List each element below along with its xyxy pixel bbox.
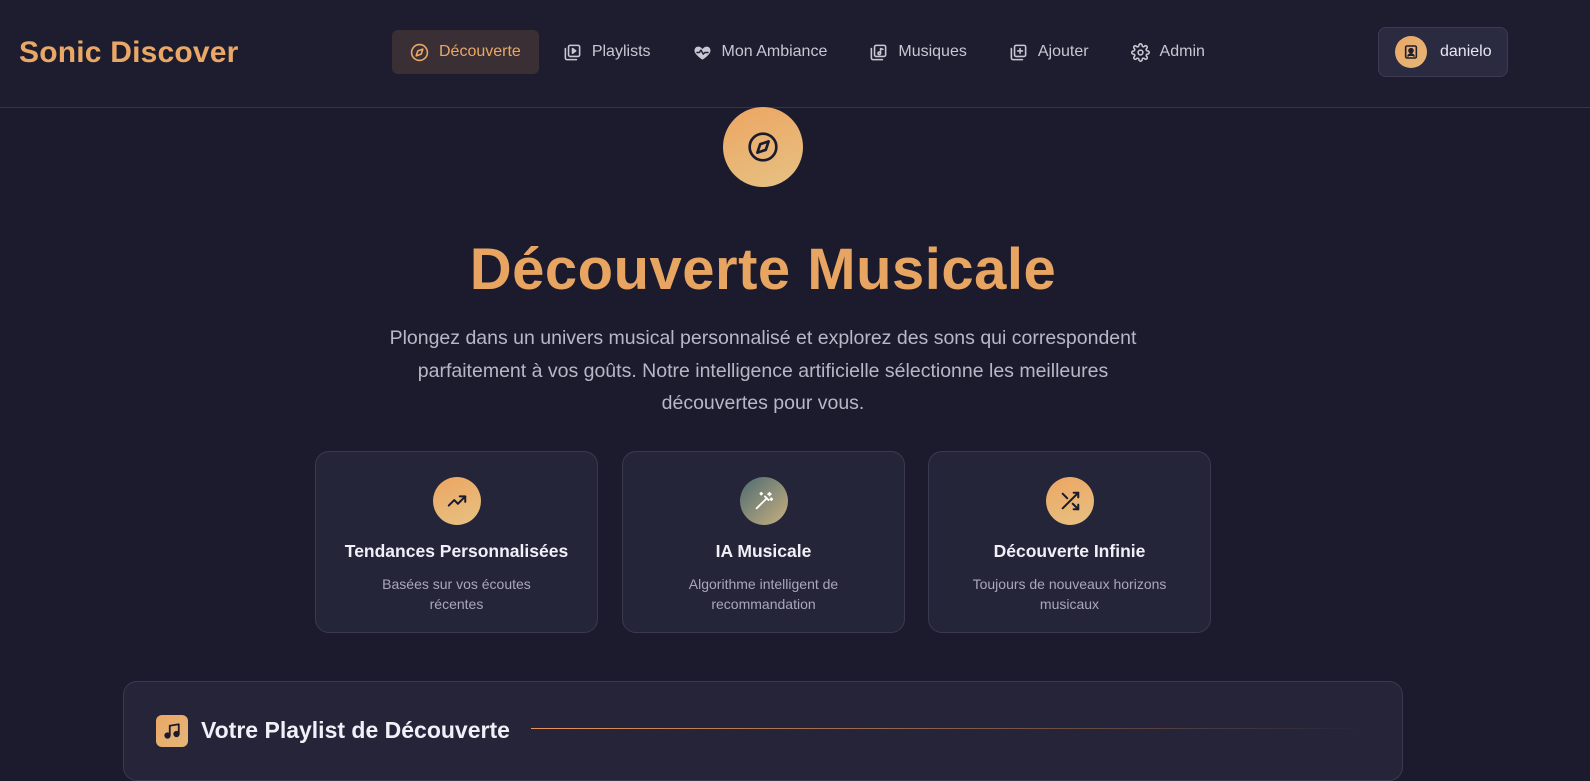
music-library-icon <box>870 44 887 60</box>
top-navbar: Sonic Discover Découverte Playlists Mon … <box>0 0 1590 108</box>
user-icon <box>1404 45 1418 59</box>
feature-card-decouverte-infinie: Découverte Infinie Toujours de nouveaux … <box>928 451 1211 633</box>
playlist-section-title: Votre Playlist de Découverte <box>201 717 510 743</box>
nav-item-mon-ambiance[interactable]: Mon Ambiance <box>675 30 846 74</box>
feature-description: Basées sur vos écoutes récentes <box>382 576 531 612</box>
feature-icon-badge <box>1045 477 1094 525</box>
compass-icon <box>410 43 429 61</box>
nav-label: Musiques <box>898 43 967 60</box>
feature-title: Tendances Personnalisées <box>344 541 569 561</box>
avatar <box>1395 36 1427 68</box>
hero-compass-badge <box>723 107 803 187</box>
feature-title: IA Musicale <box>715 541 812 561</box>
nav-label: Playlists <box>591 43 651 60</box>
page-subtitle: Plongez dans un univers musical personna… <box>389 327 1137 414</box>
user-menu-button[interactable]: danielo <box>1378 27 1508 77</box>
feature-title: Découverte Infinie <box>993 541 1146 561</box>
nav-label: Mon Ambiance <box>721 43 828 60</box>
feature-description: Toujours de nouveaux horizons musicaux <box>972 576 1167 612</box>
feature-card-tendances: Tendances Personnalisées Basées sur vos … <box>315 451 598 633</box>
compass-icon <box>748 132 778 162</box>
main-nav: Découverte Playlists Mon Ambiance Musiqu… <box>392 30 1229 74</box>
feature-card-ia: IA Musicale Algorithme intelligent de re… <box>622 451 905 633</box>
feature-description: Algorithme intelligent de recommandation <box>688 576 839 612</box>
nav-item-admin[interactable]: Admin <box>1113 30 1223 74</box>
trending-up-icon <box>447 495 466 507</box>
feature-icon-badge <box>432 477 481 525</box>
playlist-play-icon <box>564 44 581 60</box>
add-square-icon <box>1010 44 1027 60</box>
playlist-icon-badge <box>156 715 188 747</box>
nav-label: Admin <box>1159 43 1205 60</box>
music-note-icon <box>164 723 180 739</box>
nav-item-decouverte[interactable]: Découverte <box>392 30 539 74</box>
discovery-playlist-card: Votre Playlist de Découverte <box>123 681 1403 781</box>
page-title: Découverte Musicale <box>469 237 1057 302</box>
nav-item-ajouter[interactable]: Ajouter <box>991 30 1107 74</box>
gear-icon <box>1130 42 1150 62</box>
nav-item-musiques[interactable]: Musiques <box>851 30 984 74</box>
feature-icon-badge <box>739 477 788 525</box>
nav-item-playlists[interactable]: Playlists <box>545 30 669 74</box>
shuffle-icon <box>1061 491 1079 511</box>
heart-pulse-icon <box>694 46 711 60</box>
nav-label: Ajouter <box>1037 43 1089 60</box>
nav-label: Découverte <box>439 43 521 60</box>
brand-logo[interactable]: Sonic Discover <box>19 36 239 70</box>
title-divider <box>531 728 1367 729</box>
username: danielo <box>1440 43 1492 60</box>
magic-wand-icon <box>755 491 773 510</box>
